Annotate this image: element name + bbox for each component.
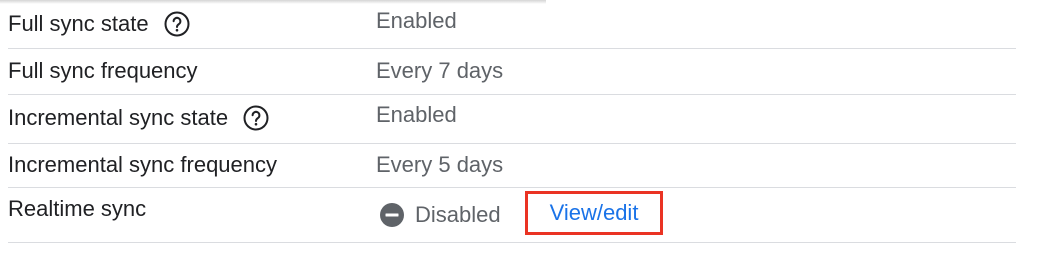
sync-settings-panel: Full sync state Enabled Full sync freque… bbox=[0, 0, 1053, 258]
value-incremental-sync-frequency: Every 5 days bbox=[376, 152, 504, 177]
label-incremental-sync-state: Incremental sync state bbox=[8, 105, 229, 130]
disabled-minus-circle-icon bbox=[379, 202, 405, 228]
divider bbox=[8, 187, 1016, 188]
label-incremental-sync-frequency: Incremental sync frequency bbox=[8, 152, 278, 177]
value-full-sync-frequency: Every 7 days bbox=[376, 58, 504, 83]
value-realtime-sync: Disabled bbox=[415, 202, 501, 227]
value-incremental-sync-state: Enabled bbox=[376, 102, 457, 127]
divider bbox=[8, 242, 1016, 243]
top-shadow bbox=[0, 0, 546, 4]
divider bbox=[8, 143, 1016, 144]
divider bbox=[8, 94, 1016, 95]
label-full-sync-frequency: Full sync frequency bbox=[8, 58, 198, 83]
label-full-sync-state: Full sync state bbox=[8, 11, 149, 36]
value-full-sync-state: Enabled bbox=[376, 8, 457, 33]
view-edit-link[interactable]: View/edit bbox=[525, 191, 663, 235]
divider bbox=[8, 48, 1016, 49]
help-circle-icon[interactable] bbox=[163, 10, 191, 38]
help-circle-icon[interactable] bbox=[242, 104, 270, 132]
label-realtime-sync: Realtime sync bbox=[8, 196, 147, 221]
